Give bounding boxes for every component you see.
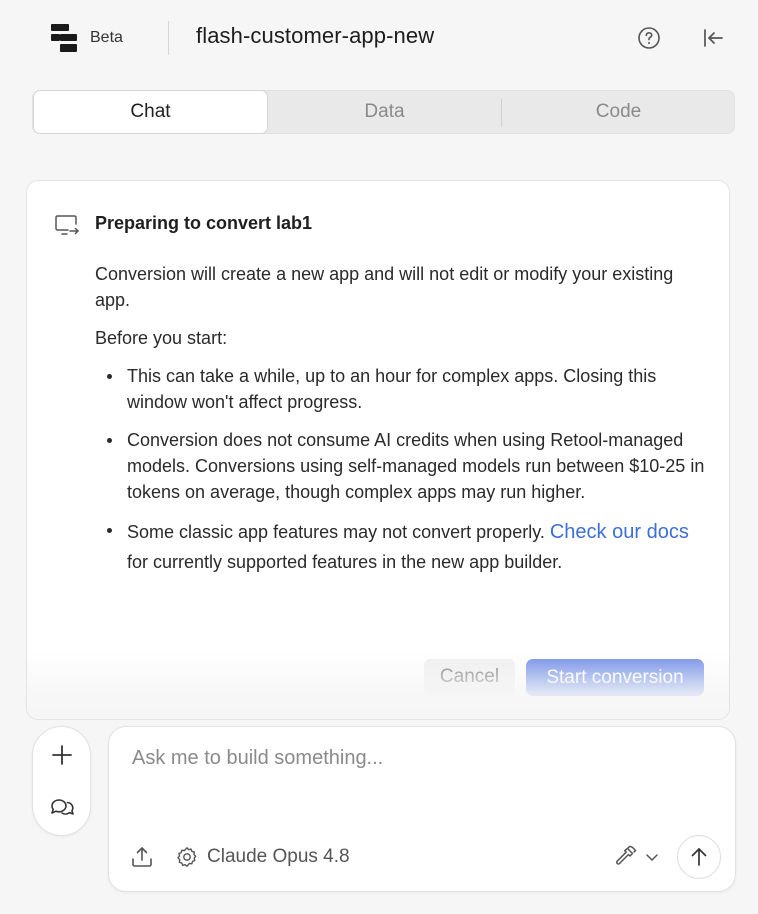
- gear-icon: [177, 847, 197, 867]
- bullet-text: for currently supported features in the …: [127, 552, 563, 572]
- upload-icon: [132, 847, 152, 867]
- collapse-panel-button[interactable]: [700, 25, 726, 51]
- chevron-down-icon: [646, 854, 658, 861]
- bullet-text: Some classic app features may not conver…: [127, 522, 550, 542]
- start-conversion-button[interactable]: Start conversion: [526, 659, 704, 696]
- side-actions: [32, 726, 91, 836]
- prompt-input[interactable]: [132, 747, 712, 807]
- upload-button[interactable]: [129, 844, 155, 870]
- question-circle-icon: [638, 27, 660, 49]
- send-button[interactable]: [677, 835, 721, 879]
- list-item: This can take a while, up to an hour for…: [95, 363, 710, 415]
- list-item: Conversion does not consume AI credits w…: [95, 427, 710, 505]
- bullet-text: This can take a while, up to an hour for…: [127, 366, 657, 412]
- tab-code[interactable]: Code: [502, 91, 735, 133]
- tab-bar: Chat Data Code: [32, 90, 735, 134]
- plus-icon: [52, 745, 72, 765]
- composer: Claude Opus 4.8: [108, 726, 736, 892]
- docs-link[interactable]: Check our docs: [550, 521, 689, 543]
- app-title: flash-customer-app-new: [196, 23, 435, 48]
- intro-text: Conversion will create a new app and wil…: [95, 264, 674, 310]
- beta-badge: Beta: [90, 29, 123, 46]
- conversion-card: Preparing to convert lab1 Conversion wil…: [26, 180, 730, 720]
- model-selector[interactable]: Claude Opus 4.8: [175, 844, 350, 870]
- bullet-text: Conversion does not consume AI credits w…: [127, 430, 705, 502]
- help-button[interactable]: [636, 25, 662, 51]
- retool-logo-icon: [51, 24, 77, 52]
- tab-chat[interactable]: Chat: [33, 90, 268, 134]
- tab-data[interactable]: Data: [268, 91, 501, 133]
- chat-bubbles-icon: [51, 799, 74, 815]
- new-chat-button[interactable]: [48, 741, 76, 769]
- card-title: Preparing to convert lab1: [95, 213, 313, 233]
- app-root: Beta flash-customer-app-new Chat Data Co…: [0, 0, 758, 914]
- arrow-up-icon: [691, 848, 707, 866]
- collapse-left-icon: [704, 29, 723, 47]
- cancel-button[interactable]: Cancel: [424, 659, 515, 695]
- header-divider: [168, 21, 169, 55]
- model-label: Claude Opus 4.8: [207, 846, 350, 867]
- card-body: Conversion will create a new app and wil…: [95, 261, 710, 589]
- chat-history-button[interactable]: [48, 793, 76, 821]
- tools-selector[interactable]: [613, 843, 659, 871]
- hammer-icon: [616, 845, 637, 865]
- before-start-text: Before you start:: [95, 328, 228, 348]
- bullet-list: This can take a while, up to an hour for…: [95, 363, 710, 577]
- monitor-convert-icon: [55, 215, 79, 235]
- list-item: Some classic app features may not conver…: [95, 517, 710, 577]
- header: Beta flash-customer-app-new: [0, 0, 758, 76]
